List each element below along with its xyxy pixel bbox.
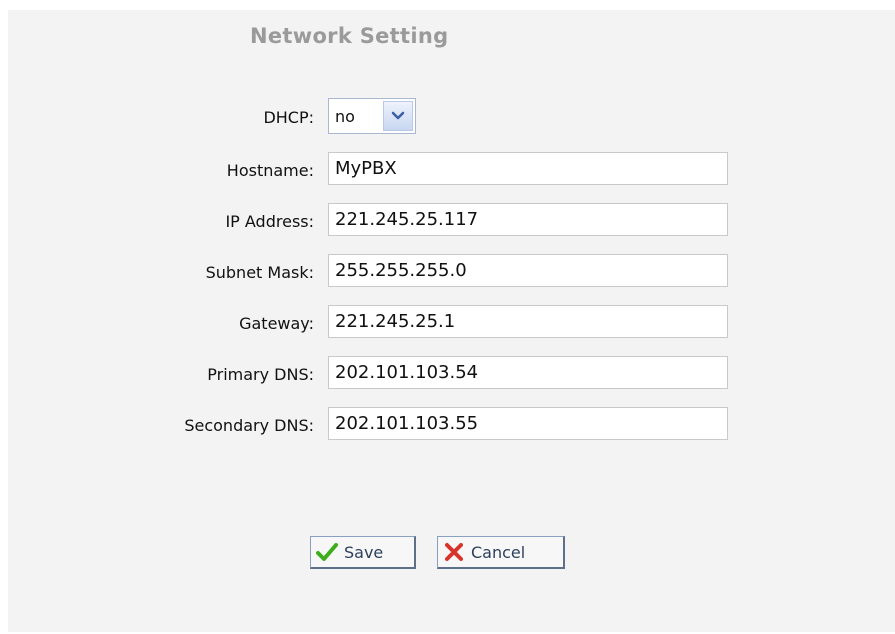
subnet-mask-label: Subnet Mask: bbox=[205, 263, 314, 282]
cancel-button-label: Cancel bbox=[471, 542, 526, 562]
ip-address-input[interactable] bbox=[328, 203, 728, 236]
hostname-label: Hostname: bbox=[226, 161, 314, 180]
save-button[interactable]: Save bbox=[310, 536, 416, 569]
primary-dns-label: Primary DNS: bbox=[207, 365, 314, 384]
x-icon bbox=[442, 540, 466, 564]
secondary-dns-label: Secondary DNS: bbox=[184, 416, 314, 435]
hostname-input[interactable] bbox=[328, 152, 728, 185]
checkmark-icon bbox=[315, 540, 339, 564]
dhcp-select-value: no bbox=[335, 107, 355, 126]
dhcp-label: DHCP: bbox=[263, 108, 314, 127]
subnet-mask-input[interactable] bbox=[328, 254, 728, 287]
save-button-label: Save bbox=[344, 542, 384, 562]
secondary-dns-input[interactable] bbox=[328, 407, 728, 440]
gateway-label: Gateway: bbox=[239, 314, 314, 333]
dhcp-select[interactable]: no bbox=[328, 98, 416, 134]
chevron-down-icon[interactable] bbox=[383, 101, 413, 131]
primary-dns-input[interactable] bbox=[328, 356, 728, 389]
page-title: Network Setting bbox=[250, 24, 449, 48]
cancel-button[interactable]: Cancel bbox=[437, 536, 565, 569]
gateway-input[interactable] bbox=[328, 305, 728, 338]
ip-address-label: IP Address: bbox=[225, 212, 314, 231]
